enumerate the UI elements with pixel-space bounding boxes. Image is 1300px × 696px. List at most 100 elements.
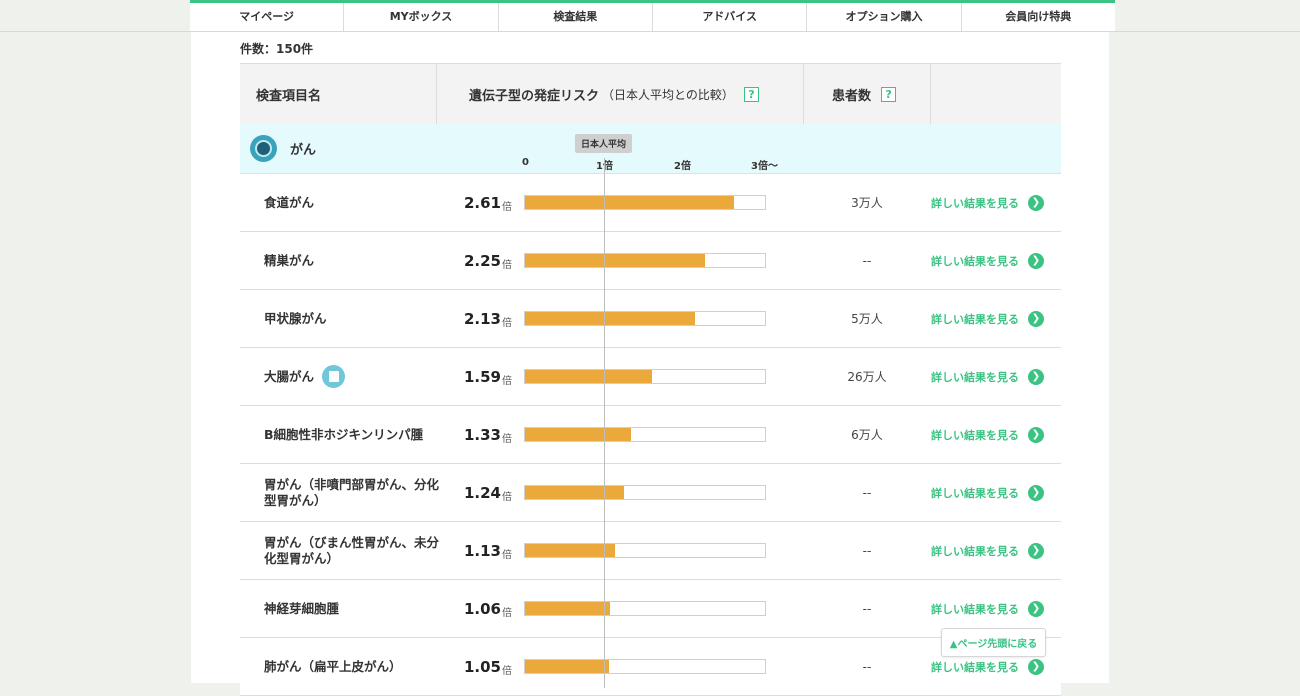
risk-unit: 倍 — [502, 375, 512, 387]
risk-value: 1.24 倍 — [440, 464, 512, 521]
risk-bar — [524, 369, 766, 384]
table-row: 精巣がん 2.25 倍 -- 詳しい結果を見る ❯ — [240, 232, 1061, 290]
risk-unit: 倍 — [502, 607, 512, 619]
nav-option-purchase[interactable]: オプション購入 — [807, 3, 962, 32]
patient-count: -- — [862, 485, 872, 500]
table-row: 甲状腺がん 2.13 倍 5万人 詳しい結果を見る ❯ — [240, 290, 1061, 348]
risk-bar — [524, 543, 766, 558]
item-name-text: 胃がん（非噴門部胃がん、分化型胃がん） — [264, 476, 440, 508]
risk-bar-fill — [525, 602, 610, 615]
chevron-right-icon[interactable]: ❯ — [1028, 194, 1044, 211]
chevron-right-icon[interactable]: ❯ — [1028, 658, 1044, 675]
detail-link-label[interactable]: 詳しい結果を見る — [931, 485, 1019, 501]
risk-bar-fill — [525, 428, 632, 441]
header-divider — [803, 64, 804, 124]
item-name-text: 食道がん — [264, 194, 315, 210]
risk-bar-fill — [525, 544, 616, 557]
risk-value: 1.33 倍 — [440, 406, 512, 463]
nav-mybox[interactable]: MYボックス — [344, 3, 499, 32]
detail-link-label[interactable]: 詳しい結果を見る — [931, 427, 1019, 443]
item-name-text: 精巣がん — [264, 252, 315, 268]
risk-unit: 倍 — [502, 549, 512, 561]
header-divider — [436, 64, 437, 124]
global-nav: マイページ MYボックス 検査結果 アドバイス オプション購入 会員向け特典 — [190, 0, 1115, 32]
scale-tick-3x: 3倍〜 — [751, 161, 778, 172]
patients-help-icon[interactable]: ? — [881, 86, 897, 102]
table-row: 胃がん（びまん性胃がん、未分化型胃がん） 1.13 倍 -- 詳しい結果を見る ❯ — [240, 522, 1061, 580]
item-name: B細胞性非ホジキンリンパ腫 — [264, 406, 444, 463]
item-name: 精巣がん — [264, 232, 444, 289]
detail-link-label[interactable]: 詳しい結果を見る — [931, 601, 1019, 617]
detail-link-label[interactable]: 詳しい結果を見る — [931, 195, 1019, 211]
risk-bar-fill — [525, 196, 734, 209]
table-row: 神経芽細胞腫 1.06 倍 -- 詳しい結果を見る ❯ — [240, 580, 1061, 638]
risk-number: 1.33 — [463, 425, 501, 444]
detail-link[interactable]: 詳しい結果を見る ❯ — [931, 522, 1044, 579]
item-name: 胃がん（非噴門部胃がん、分化型胃がん） — [264, 464, 444, 521]
nav-advice[interactable]: アドバイス — [653, 3, 808, 32]
header-item-name: 検査項目名 — [256, 88, 322, 104]
patient-count: -- — [862, 659, 872, 674]
item-name: 肺がん（扁平上皮がん） — [264, 638, 444, 695]
risk-help-icon[interactable]: ? — [743, 86, 759, 102]
detail-link-label[interactable]: 詳しい結果を見る — [931, 369, 1019, 385]
detail-link[interactable]: 詳しい結果を見る ❯ — [931, 290, 1044, 347]
patient-count: 26万人 — [847, 370, 887, 384]
book-icon[interactable] — [322, 365, 346, 388]
patient-count: -- — [862, 601, 872, 616]
chevron-right-icon[interactable]: ❯ — [1028, 310, 1044, 327]
patient-count: 3万人 — [851, 196, 883, 210]
header-risk-label: 遺伝子型の発症リスク — [469, 88, 600, 104]
back-to-top-button[interactable]: ▲ページ先頭に戻る — [941, 628, 1046, 657]
result-rows: 食道がん 2.61 倍 3万人 詳しい結果を見る ❯ 精巣がん 2.25 倍 -- 詳… — [240, 174, 1061, 696]
header-risk-sub: （日本人平均との比較） — [602, 87, 734, 102]
risk-number: 1.13 — [463, 541, 501, 560]
chevron-right-icon[interactable]: ❯ — [1028, 252, 1044, 269]
detail-link[interactable]: 詳しい結果を見る ❯ — [931, 406, 1044, 463]
item-name-text: 神経芽細胞腫 — [264, 600, 340, 616]
risk-unit: 倍 — [502, 201, 512, 213]
risk-bar-fill — [525, 254, 705, 267]
item-name: 胃がん（びまん性胃がん、未分化型胃がん） — [264, 522, 444, 579]
risk-number: 1.24 — [463, 483, 501, 502]
chevron-right-icon[interactable]: ❯ — [1028, 600, 1044, 617]
risk-bar — [524, 253, 766, 268]
item-name: 食道がん — [264, 174, 444, 231]
risk-number: 1.59 — [463, 367, 501, 386]
chevron-right-icon[interactable]: ❯ — [1028, 542, 1044, 559]
item-name-text: 大腸がん — [264, 368, 315, 384]
item-name: 甲状腺がん — [264, 290, 444, 347]
detail-link-label[interactable]: 詳しい結果を見る — [931, 659, 1019, 675]
risk-value: 2.61 倍 — [440, 174, 512, 231]
detail-link[interactable]: 詳しい結果を見る ❯ — [931, 174, 1044, 231]
item-name-text: 肺がん（扁平上皮がん） — [264, 658, 402, 674]
chevron-right-icon[interactable]: ❯ — [1028, 484, 1044, 501]
risk-unit: 倍 — [502, 433, 512, 445]
average-reference-line — [604, 158, 605, 688]
risk-bar — [524, 195, 766, 210]
chevron-right-icon[interactable]: ❯ — [1028, 426, 1044, 443]
detail-link[interactable]: 詳しい結果を見る ❯ — [931, 464, 1044, 521]
category-row-cancer: がん 日本人平均 0 1倍 2倍 3倍〜 — [240, 124, 1061, 174]
detail-link-label[interactable]: 詳しい結果を見る — [931, 311, 1019, 327]
japanese-average-badge: 日本人平均 — [575, 134, 633, 153]
scale-tick-0: 0 — [522, 157, 529, 168]
risk-bar-fill — [525, 486, 625, 499]
detail-link-label[interactable]: 詳しい結果を見る — [931, 543, 1019, 559]
nav-member-benefits[interactable]: 会員向け特典 — [962, 3, 1115, 32]
nav-results[interactable]: 検査結果 — [499, 3, 653, 32]
item-name-text: 甲状腺がん — [264, 310, 327, 326]
detail-link-label[interactable]: 詳しい結果を見る — [931, 253, 1019, 269]
nav-mypage[interactable]: マイページ — [190, 3, 345, 32]
chevron-right-icon[interactable]: ❯ — [1028, 368, 1044, 385]
risk-bar — [524, 485, 766, 500]
detail-link[interactable]: 詳しい結果を見る ❯ — [931, 348, 1044, 405]
header-divider — [930, 64, 931, 124]
item-name-text: 胃がん（びまん性胃がん、未分化型胃がん） — [264, 534, 440, 566]
item-name-text: B細胞性非ホジキンリンパ腫 — [264, 426, 424, 442]
item-name: 大腸がん — [264, 348, 444, 405]
results-table: 検査項目名 遺伝子型の発症リスク （日本人平均との比較） ? 患者数 ? がん … — [240, 63, 1061, 696]
risk-bar — [524, 659, 766, 674]
patient-count: 6万人 — [851, 428, 883, 442]
detail-link[interactable]: 詳しい結果を見る ❯ — [931, 232, 1044, 289]
